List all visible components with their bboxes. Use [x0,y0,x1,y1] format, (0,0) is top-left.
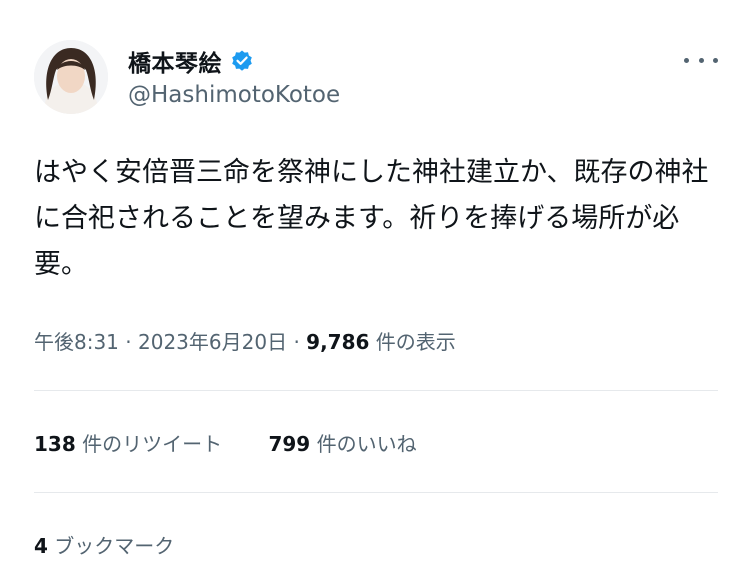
author-name-row[interactable]: 橋本琴絵 [128,44,254,78]
more-dot [684,57,689,63]
retweets-count: 138 [34,432,76,456]
tweet-date[interactable]: 2023年6月20日 [138,330,287,354]
bookmarks-stat[interactable]: 4 ブックマーク [34,530,174,559]
engagement-stats: 138 件のリツイート 799 件のいいね [34,428,417,457]
tweet-meta: 午後8:31 · 2023年6月20日 · 9,786 件の表示 [34,326,456,355]
retweets-label: 件のリツイート [82,432,223,456]
verified-badge-icon [230,49,254,73]
views-count[interactable]: 9,786 [306,330,369,354]
likes-stat[interactable]: 799 件のいいね [268,428,416,457]
avatar[interactable] [34,40,108,114]
more-options-icon[interactable] [684,52,718,68]
divider [34,492,718,493]
divider [34,390,718,391]
meta-separator: · [125,330,132,354]
bookmarks-label: ブックマーク [54,534,175,558]
author-handle[interactable]: @HashimotoKotoe [128,82,340,108]
views-label: 件の表示 [375,330,456,354]
likes-count: 799 [268,432,311,456]
avatar-image [34,40,108,114]
meta-separator: · [293,330,300,354]
retweets-stat[interactable]: 138 件のリツイート [34,428,222,457]
more-dot [713,57,718,63]
tweet-time[interactable]: 午後8:31 [34,330,119,354]
likes-label: 件のいいね [316,432,417,456]
author-display-name[interactable]: 橋本琴絵 [128,44,222,78]
tweet-text: はやく安倍晋三命を祭神にした神社建立か、既存の神社に合祀されることを望みます。祈… [34,157,709,280]
more-dot [698,57,704,63]
bookmarks-count: 4 [34,534,48,558]
